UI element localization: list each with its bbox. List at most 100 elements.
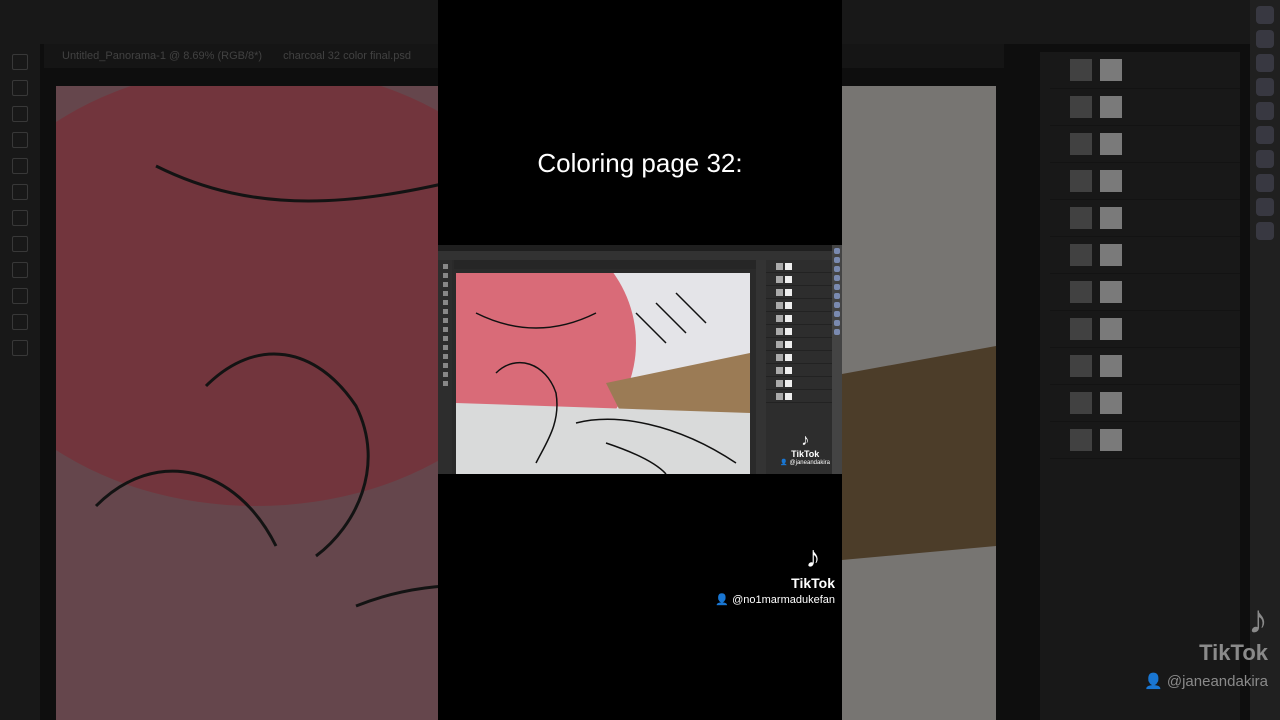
layer-mask — [1100, 170, 1122, 192]
app-icon[interactable] — [1256, 150, 1274, 168]
tool-icon — [442, 363, 448, 368]
tool-icon — [442, 336, 448, 341]
document-tab[interactable]: Untitled_Panorama-1 @ 8.69% (RGB/8*) — [62, 50, 262, 62]
tool-icon — [442, 309, 448, 314]
layer-mask — [785, 380, 792, 387]
layer-mask — [1100, 207, 1122, 229]
wand-tool-icon[interactable] — [12, 132, 28, 148]
app-icon — [834, 284, 840, 290]
layer-thumbnail — [1070, 429, 1092, 451]
tool-icon — [442, 354, 448, 359]
crop-tool-icon[interactable] — [12, 158, 28, 174]
app-icon[interactable] — [1256, 126, 1274, 144]
layer-thumbnail — [776, 302, 783, 309]
layer-mask — [1100, 96, 1122, 118]
app-icon[interactable] — [1256, 102, 1274, 120]
tiktok-note-icon: ♪ — [1248, 598, 1268, 642]
layer-mask — [785, 263, 792, 270]
tool-icon — [442, 291, 448, 296]
layer-thumbnail — [776, 380, 783, 387]
layer-mask — [785, 276, 792, 283]
embedded-screenshot: ♪ TikTok 👤 @janeandakira — [438, 245, 842, 474]
layer-thumbnail — [776, 328, 783, 335]
layer-mask — [1100, 133, 1122, 155]
tiktok-note-icon: ♪ — [801, 432, 810, 449]
app-icon — [834, 275, 840, 281]
layer-mask — [785, 302, 792, 309]
layer-thumbnail — [776, 276, 783, 283]
zoom-tool-icon[interactable] — [12, 340, 28, 356]
layer-thumbnail — [1070, 170, 1092, 192]
mini-toolbar — [438, 260, 452, 474]
tiktok-watermark-mini: ♪ TikTok 👤 @janeandakira — [780, 432, 830, 467]
mini-layer-row — [766, 274, 832, 286]
layer-row[interactable] — [1050, 348, 1240, 385]
layer-row[interactable] — [1050, 52, 1240, 89]
layer-mask — [785, 328, 792, 335]
app-icon[interactable] — [1256, 174, 1274, 192]
layer-thumbnail — [776, 315, 783, 322]
layer-row[interactable] — [1050, 237, 1240, 274]
layer-thumbnail — [1070, 392, 1092, 414]
layer-row[interactable] — [1050, 89, 1240, 126]
tool-icon — [442, 273, 448, 278]
app-icon — [834, 293, 840, 299]
layer-thumbnail — [1070, 281, 1092, 303]
eraser-tool-icon[interactable] — [12, 236, 28, 252]
app-icon[interactable] — [1256, 222, 1274, 240]
layer-row[interactable] — [1050, 200, 1240, 237]
tool-icon — [442, 300, 448, 305]
mini-layer-row — [766, 287, 832, 299]
layer-row[interactable] — [1050, 163, 1240, 200]
layer-mask — [1100, 392, 1122, 414]
layer-mask — [1100, 59, 1122, 81]
layer-mask — [785, 367, 792, 374]
marquee-tool-icon[interactable] — [12, 80, 28, 96]
layer-thumbnail — [776, 341, 783, 348]
layer-thumbnail — [1070, 59, 1092, 81]
layer-thumbnail — [776, 367, 783, 374]
app-icon — [834, 320, 840, 326]
eyedropper-tool-icon[interactable] — [12, 184, 28, 200]
document-tab[interactable]: charcoal 32 color final.psd — [283, 50, 411, 62]
person-icon: 👤 — [715, 594, 733, 606]
mini-artwork — [456, 273, 750, 474]
layer-row[interactable] — [1050, 274, 1240, 311]
tiktok-brand-label: TikTok — [1199, 640, 1268, 665]
brush-tool-icon[interactable] — [12, 210, 28, 226]
layer-thumbnail — [1070, 133, 1092, 155]
layer-row[interactable] — [1050, 385, 1240, 422]
tiktok-watermark-side: ♪ TikTok 👤 @janeandakira — [1144, 600, 1268, 690]
mini-layer-row — [766, 313, 832, 325]
mini-layer-row — [766, 365, 832, 377]
tiktok-watermark: ♪ TikTok 👤 @no1marmadukefan — [715, 543, 835, 607]
app-icon[interactable] — [1256, 6, 1274, 24]
layer-row[interactable] — [1050, 311, 1240, 348]
gradient-tool-icon[interactable] — [12, 262, 28, 278]
tiktok-username: 👤 @janeandakira — [1144, 673, 1268, 690]
text-tool-icon[interactable] — [12, 288, 28, 304]
app-icon[interactable] — [1256, 198, 1274, 216]
layer-mask — [785, 289, 792, 296]
app-icon[interactable] — [1256, 78, 1274, 96]
lasso-tool-icon[interactable] — [12, 106, 28, 122]
tiktok-username: 👤 @janeandakira — [780, 460, 830, 466]
mini-layer-row — [766, 352, 832, 364]
mini-canvas — [456, 273, 750, 474]
toolbar — [0, 44, 40, 720]
layer-thumbnail — [776, 289, 783, 296]
layer-thumbnail — [1070, 96, 1092, 118]
app-icon[interactable] — [1256, 54, 1274, 72]
video-frame: Coloring page 32: ♪ TikTok 👤 @janeandaki… — [438, 0, 842, 720]
tool-icon — [442, 282, 448, 287]
tiktok-username: 👤 @no1marmadukefan — [715, 594, 835, 606]
hand-tool-icon[interactable] — [12, 314, 28, 330]
app-icon[interactable] — [1256, 30, 1274, 48]
layer-row[interactable] — [1050, 422, 1240, 459]
layer-mask — [785, 315, 792, 322]
move-tool-icon[interactable] — [12, 54, 28, 70]
layer-mask — [1100, 281, 1122, 303]
layer-row[interactable] — [1050, 126, 1240, 163]
tiktok-brand-label: TikTok — [791, 449, 820, 459]
layer-thumbnail — [776, 354, 783, 361]
